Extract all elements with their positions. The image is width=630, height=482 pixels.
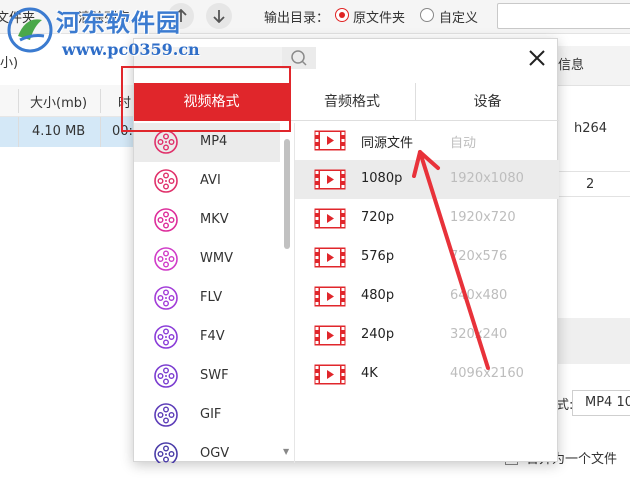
settings-section-bar: [556, 318, 630, 364]
video-file-icon: [314, 364, 346, 385]
format-name: MKV: [200, 212, 229, 227]
tab-audio-format[interactable]: 音频格式: [289, 83, 415, 121]
video-file-icon: [314, 130, 346, 151]
format-item[interactable]: AVI: [134, 162, 280, 201]
format-name: FLV: [200, 290, 223, 305]
format-item[interactable]: WMV: [134, 240, 280, 279]
format-name: WMV: [200, 251, 233, 266]
column-divider: [18, 117, 19, 147]
format-name: AVI: [200, 173, 221, 188]
film-reel-icon: [154, 169, 178, 193]
move-down-button[interactable]: [206, 3, 232, 29]
watermark-url: www.pc0359.cn: [62, 40, 200, 59]
format-item[interactable]: MKV: [134, 201, 280, 240]
format-name: MP4: [200, 134, 228, 149]
scroll-down-icon[interactable]: ▼: [283, 447, 289, 456]
film-reel-icon: [154, 403, 178, 427]
watermark-logo: [7, 7, 53, 53]
film-reel-icon: [154, 364, 178, 388]
source-folder-radio[interactable]: [335, 8, 349, 22]
custom-folder-label: 自定义: [439, 11, 479, 26]
output-format-label: 式:: [556, 398, 574, 413]
watermark-title: 河东软件园: [56, 8, 181, 37]
format-name: F4V: [200, 329, 225, 344]
scrollbar-thumb[interactable]: [284, 139, 290, 249]
film-reel-icon: [154, 247, 178, 271]
format-item[interactable]: SWF: [134, 357, 280, 396]
resolution-name: 4K: [361, 366, 378, 381]
video-file-icon: [314, 286, 346, 307]
highlight-box: [121, 66, 291, 132]
video-file-icon: [314, 325, 346, 346]
video-file-icon: [314, 208, 346, 229]
column-divider: [18, 89, 19, 113]
video-file-icon: [314, 169, 346, 190]
watermark: 河东软件园 www.pc0359.cn: [0, 0, 200, 64]
format-list: MP4 AVI MKV WMV FLV F4V SWF GIF OGV: [134, 123, 280, 463]
column-size[interactable]: 大小(mb): [30, 92, 87, 111]
column-divider: [100, 89, 101, 113]
info-column-header: 信息: [556, 46, 630, 86]
film-reel-icon: [154, 286, 178, 310]
file-table-header: 大小(mb) 时: [0, 85, 140, 117]
source-folder-label: 原文件夹: [353, 11, 406, 26]
row-size: 4.10 MB: [32, 124, 86, 139]
video-file-icon: [314, 247, 346, 268]
close-icon: [529, 50, 545, 66]
format-name: OGV: [200, 446, 230, 461]
format-item[interactable]: OGV: [134, 435, 280, 463]
format-item[interactable]: F4V: [134, 318, 280, 357]
output-dir-label: 输出目录：: [264, 11, 330, 26]
table-row[interactable]: 4.10 MB 00:: [0, 117, 140, 147]
resolution-name: 480p: [361, 288, 395, 303]
format-item[interactable]: GIF: [134, 396, 280, 435]
custom-folder-radio[interactable]: [420, 8, 434, 22]
format-item[interactable]: FLV: [134, 279, 280, 318]
close-button[interactable]: [526, 47, 548, 69]
column-divider: [100, 117, 101, 147]
film-reel-icon: [154, 130, 178, 154]
output-format-select[interactable]: MP4 1080P: [572, 390, 630, 416]
resolution-name: 1080p: [361, 171, 403, 186]
format-name: GIF: [200, 407, 222, 422]
arrow-down-icon: [213, 10, 225, 24]
film-reel-icon: [154, 442, 178, 463]
film-reel-icon: [154, 325, 178, 349]
output-path-input[interactable]: [497, 3, 630, 29]
count-cell: 2: [556, 171, 630, 197]
format-name: SWF: [200, 368, 229, 383]
film-reel-icon: [154, 208, 178, 232]
resolution-name: 720p: [361, 210, 395, 225]
annotation-arrow: [412, 150, 490, 370]
resolution-name: 576p: [361, 249, 395, 264]
tab-device[interactable]: 设备: [416, 83, 559, 121]
resolution-name: 240p: [361, 327, 395, 342]
codec-cell: h264: [574, 121, 608, 136]
